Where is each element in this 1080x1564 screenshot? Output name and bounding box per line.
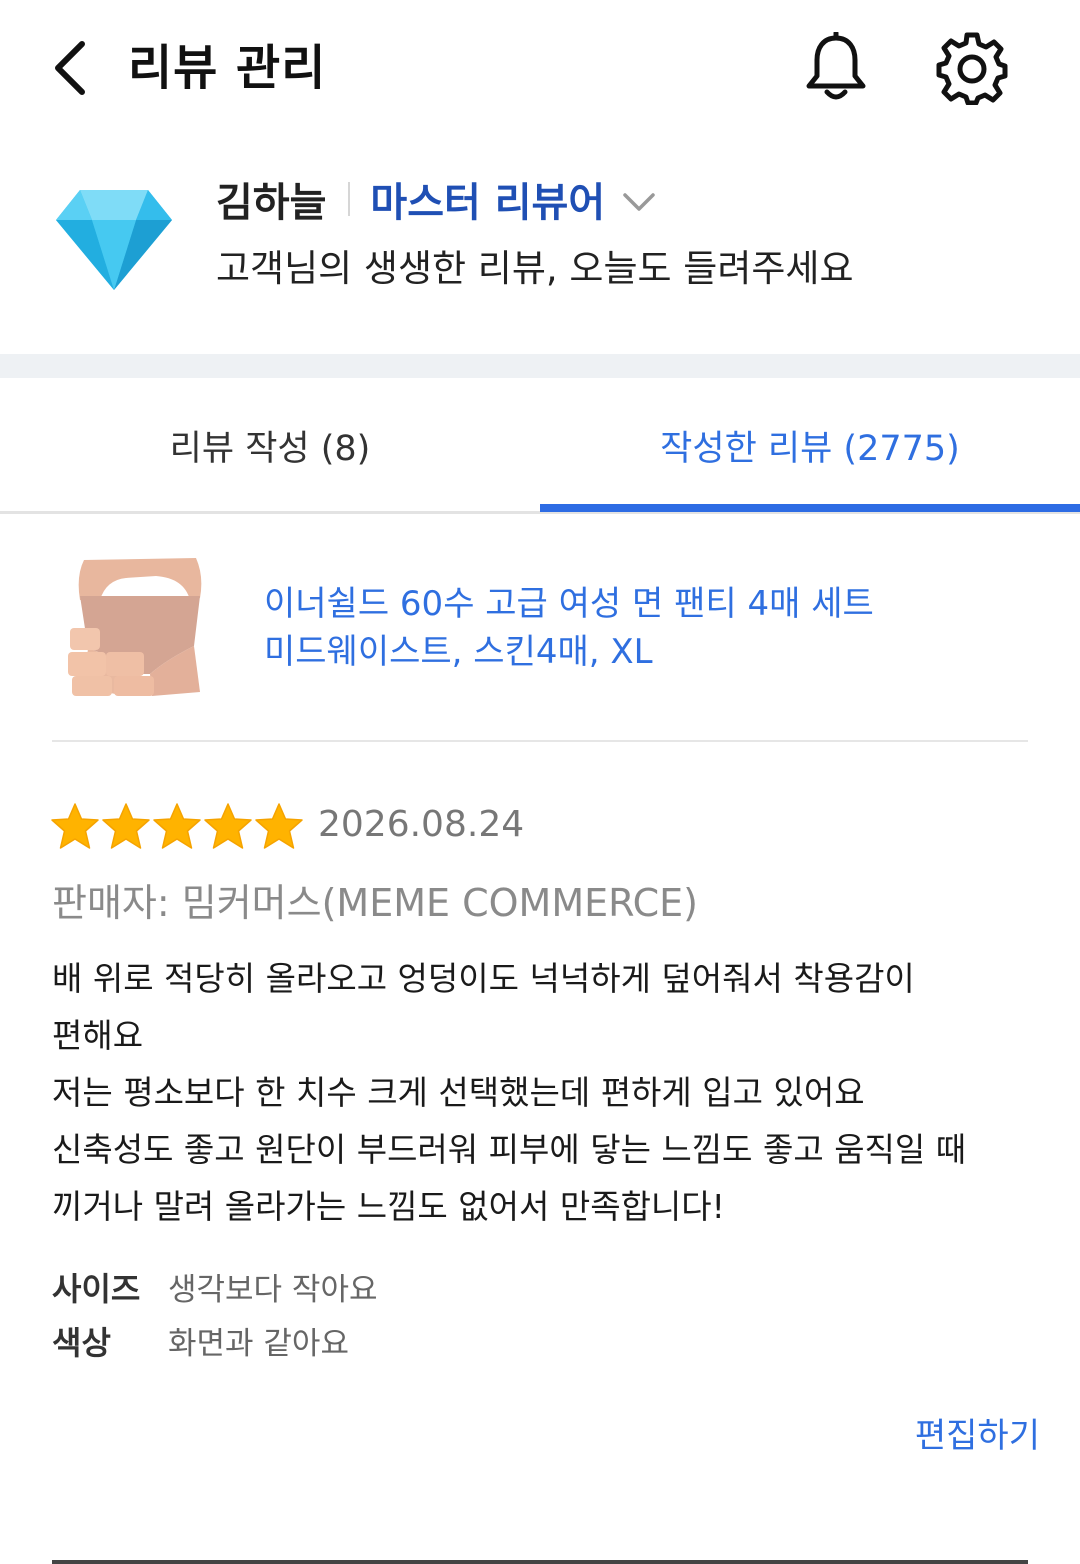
product-thumbnail[interactable] (66, 556, 206, 700)
seller-name: 판매자: 밈커머스(MEME COMMERCE) (52, 881, 699, 925)
product-title: 이너쉴드 60수 고급 여성 면 팬티 4매 세트 (264, 584, 874, 624)
attribute-label: 색상 (52, 1324, 111, 1362)
attribute-size: 사이즈 생각보다 작아요 (52, 1264, 378, 1310)
attribute-value: 생각보다 작아요 (168, 1272, 378, 1308)
review-line: 편해요 (52, 1016, 144, 1055)
attribute-color: 색상 화면과 같아요 (52, 1318, 349, 1364)
star-icon (102, 803, 150, 849)
gear-icon (936, 32, 1008, 105)
review-line: 배 위로 적당히 올라오고 엉덩이도 넉넉하게 덮어줘서 착용감이 (52, 959, 915, 998)
section-divider (0, 354, 1080, 378)
review-date: 2026.08.24 (318, 804, 525, 845)
notification-button[interactable] (798, 30, 874, 106)
diamond-icon (52, 184, 176, 294)
tab-write-review[interactable]: 리뷰 작성 (8) (0, 378, 540, 512)
page-title: 리뷰 관리 (128, 40, 327, 96)
reviewer-grade: 마스터 리뷰어 (370, 180, 606, 226)
back-button[interactable] (40, 30, 100, 106)
review-line: 저는 평소보다 한 치수 크게 선택했는데 편하게 입고 있어요 (52, 1073, 865, 1112)
star-icon (51, 803, 99, 849)
profile-tagline: 고객님의 생생한 리뷰, 오늘도 들려주세요 (216, 247, 854, 290)
settings-button[interactable] (934, 30, 1010, 106)
tab-written-reviews[interactable]: 작성한 리뷰 (2775) (540, 378, 1080, 512)
chevron-left-icon (55, 41, 85, 95)
divider (52, 740, 1028, 742)
review-line: 신축성도 좋고 원단이 부드러워 피부에 닿는 느낌도 좋고 움직일 때 (52, 1130, 967, 1169)
product-option: 미드웨이스트, 스킨4매, XL (264, 632, 653, 672)
divider (348, 182, 351, 216)
active-tab-indicator (540, 504, 1080, 512)
star-icon (255, 803, 303, 849)
review-text: 배 위로 적당히 올라오고 엉덩이도 넉넉하게 덮어줘서 착용감이 편해요 저는… (52, 950, 1042, 1235)
attribute-label: 사이즈 (52, 1270, 141, 1308)
reviewer-grade-dropdown[interactable]: 마스터 리뷰어 (370, 170, 659, 228)
star-icon (204, 803, 252, 849)
user-name: 김하늘 (216, 180, 327, 226)
chevron-down-icon (623, 193, 655, 211)
attribute-value: 화면과 같아요 (168, 1326, 349, 1362)
star-icon (153, 803, 201, 849)
edit-review-button[interactable]: 편집하기 (880, 1408, 1040, 1457)
product-name-link[interactable]: 이너쉴드 60수 고급 여성 면 팬티 4매 세트 미드웨이스트, 스킨4매, … (264, 580, 1024, 676)
bottom-divider (52, 1560, 1028, 1564)
bell-icon (806, 32, 866, 100)
review-line: 끼거나 말려 올라가는 느낌도 없어서 만족합니다! (52, 1187, 725, 1226)
star-rating (50, 802, 305, 850)
